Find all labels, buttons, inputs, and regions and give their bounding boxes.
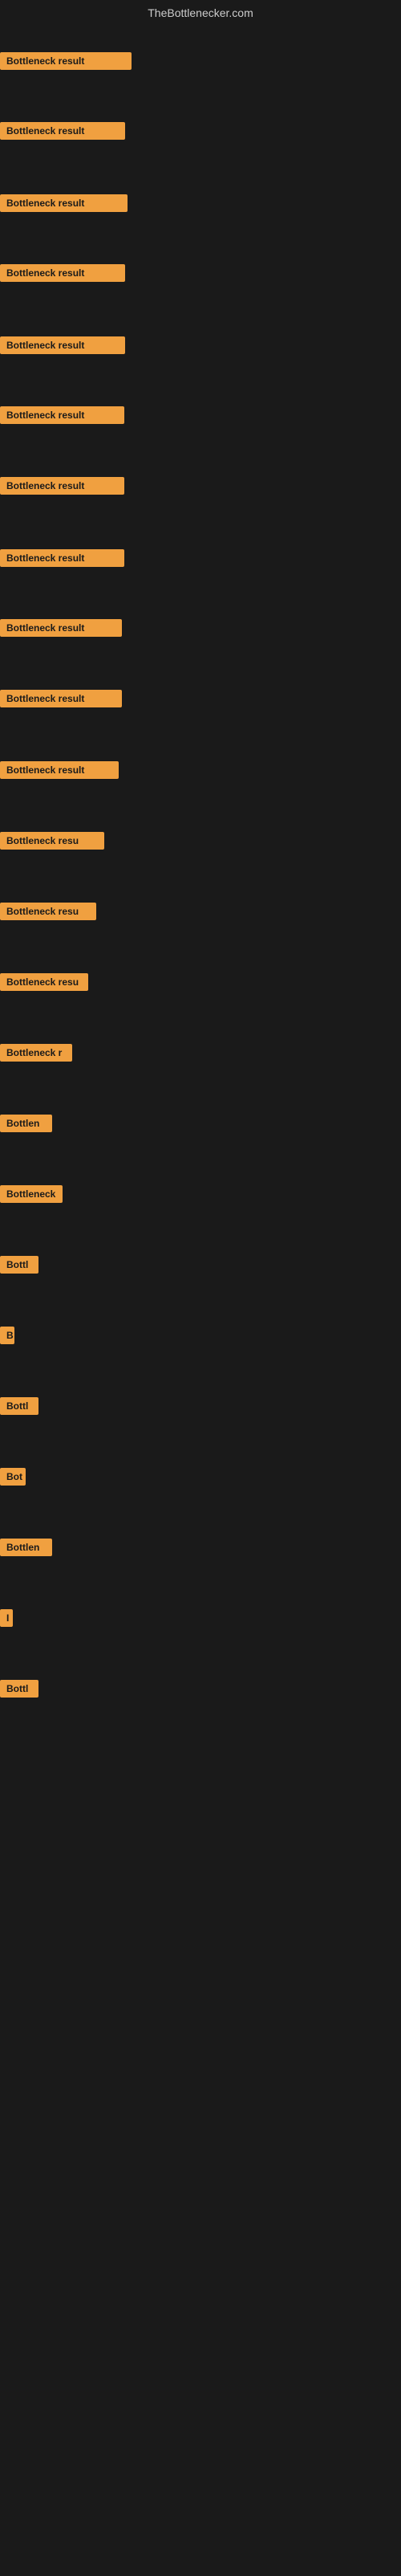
bottleneck-label: Bottleneck result: [0, 406, 124, 424]
bottleneck-label: Bottl: [0, 1397, 38, 1415]
bottleneck-label: Bottleneck result: [0, 194, 128, 212]
bottleneck-result-item: Bottleneck result: [0, 122, 125, 144]
bottleneck-label: Bottleneck result: [0, 264, 125, 282]
bottleneck-result-item: Bot: [0, 1468, 26, 1490]
bottleneck-label: Bottlen: [0, 1115, 52, 1132]
bottleneck-result-item: Bottleneck result: [0, 194, 128, 216]
bottleneck-result-item: B: [0, 1327, 14, 1348]
bottleneck-result-item: Bottl: [0, 1256, 38, 1278]
bottleneck-result-item: Bottlen: [0, 1539, 52, 1560]
site-title: TheBottlenecker.com: [0, 0, 401, 22]
bottleneck-result-item: Bottleneck result: [0, 406, 124, 428]
bottleneck-label: B: [0, 1327, 14, 1344]
bottleneck-label: Bottleneck result: [0, 619, 122, 637]
bottleneck-result-item: Bottleneck result: [0, 264, 125, 286]
bottleneck-label: Bottleneck resu: [0, 832, 104, 850]
bottleneck-result-item: Bottleneck result: [0, 690, 122, 711]
bottleneck-label: Bottleneck result: [0, 336, 125, 354]
bottleneck-label: Bottl: [0, 1256, 38, 1274]
bottleneck-label: Bottleneck resu: [0, 973, 88, 991]
bottleneck-label: Bottleneck result: [0, 761, 119, 779]
bottleneck-label: Bottleneck result: [0, 549, 124, 567]
bottleneck-result-item: Bottleneck result: [0, 761, 119, 783]
bottleneck-result-item: Bottleneck resu: [0, 973, 88, 995]
bottleneck-result-item: Bottl: [0, 1680, 38, 1702]
bottleneck-label: Bottl: [0, 1680, 38, 1698]
bottleneck-label: Bottleneck resu: [0, 903, 96, 920]
bottleneck-label: Bottleneck r: [0, 1044, 72, 1062]
bottleneck-label: Bottleneck: [0, 1185, 63, 1203]
bottleneck-result-item: Bottleneck result: [0, 52, 132, 74]
bottleneck-result-item: Bottlen: [0, 1115, 52, 1136]
bottleneck-result-item: Bottleneck result: [0, 336, 125, 358]
bottleneck-result-item: Bottleneck: [0, 1185, 63, 1207]
bottleneck-label: I: [0, 1609, 13, 1627]
bottleneck-result-item: I: [0, 1609, 13, 1631]
bottleneck-result-item: Bottleneck resu: [0, 832, 104, 854]
bottleneck-label: Bottlen: [0, 1539, 52, 1556]
bottleneck-label: Bottleneck result: [0, 52, 132, 70]
bottleneck-label: Bottleneck result: [0, 690, 122, 707]
bottleneck-label: Bottleneck result: [0, 122, 125, 140]
bottleneck-result-item: Bottleneck result: [0, 477, 124, 499]
bottleneck-result-item: Bottleneck resu: [0, 903, 96, 924]
bottleneck-result-item: Bottleneck result: [0, 549, 124, 571]
bottleneck-result-item: Bottleneck result: [0, 619, 122, 641]
bottleneck-result-item: Bottl: [0, 1397, 38, 1419]
bottleneck-result-item: Bottleneck r: [0, 1044, 72, 1066]
bottleneck-label: Bot: [0, 1468, 26, 1486]
bottleneck-label: Bottleneck result: [0, 477, 124, 495]
